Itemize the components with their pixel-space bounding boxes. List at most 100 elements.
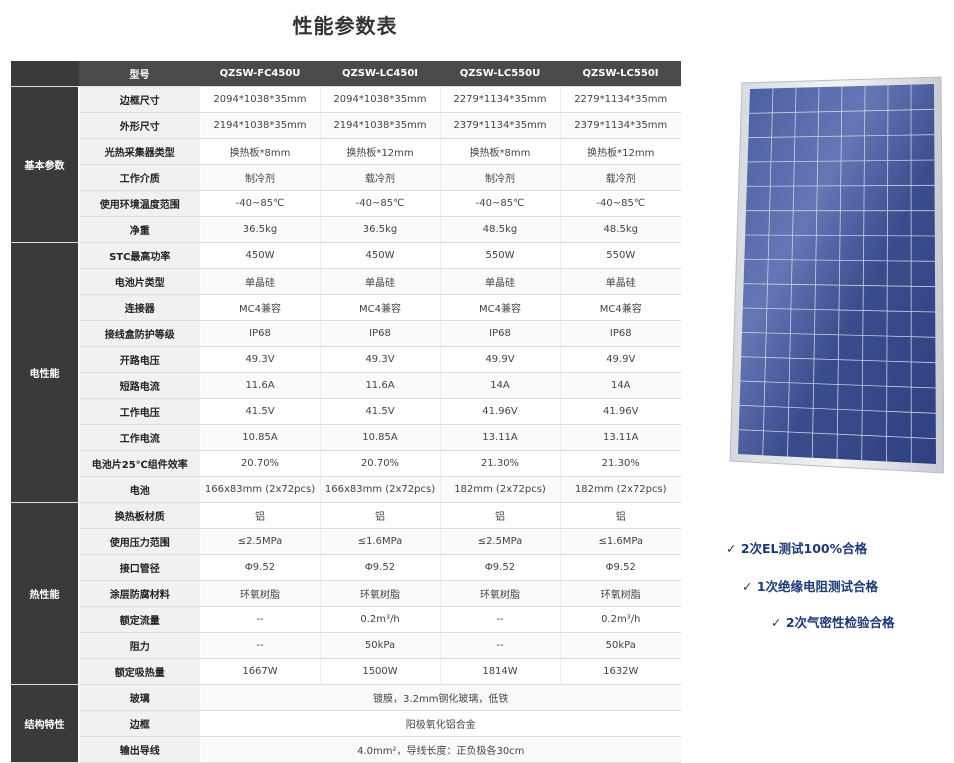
table-row: 工作介质制冷剂载冷剂制冷剂载冷剂	[11, 165, 681, 191]
row-label: 工作电压	[79, 399, 200, 425]
row-label: 额定吸热量	[79, 659, 200, 685]
row-value: 49.3V	[320, 347, 440, 373]
row-value: 2279*1134*35mm	[560, 87, 681, 113]
row-value: 21.30%	[560, 451, 681, 477]
row-value: 14A	[560, 373, 681, 399]
table-row: 使用压力范围≤2.5MPa≤1.6MPa≤2.5MPa≤1.6MPa	[11, 529, 681, 555]
row-value: ≤2.5MPa	[440, 529, 560, 555]
table-row: 光热采集器类型换热板*8mm换热板*12mm换热板*8mm换热板*12mm	[11, 139, 681, 165]
row-value: -40~85℃	[320, 191, 440, 217]
row-value: 182mm (2x72pcs)	[560, 477, 681, 503]
row-label: 使用环境温度范围	[79, 191, 200, 217]
row-value: 41.96V	[440, 399, 560, 425]
row-value: 换热板*8mm	[440, 139, 560, 165]
header-model-label: 型号	[79, 61, 200, 87]
row-value: ≤1.6MPa	[320, 529, 440, 555]
table-row: 涂层防腐材料环氧树脂环氧树脂环氧树脂环氧树脂	[11, 581, 681, 607]
check-item-insulation-test: ✓ 1次绝缘电阻测试合格	[742, 576, 878, 595]
row-label: 换热板材质	[79, 503, 200, 529]
row-value: 铝	[440, 503, 560, 529]
row-value: 换热板*12mm	[560, 139, 681, 165]
header-model-3: QZSW-LC550U	[440, 61, 560, 87]
row-label: 边框	[79, 711, 200, 737]
check-item-el-test: ✓ 2次EL测试100%合格	[726, 538, 867, 557]
row-value: 单晶硅	[560, 269, 681, 295]
row-value: -40~85℃	[440, 191, 560, 217]
row-value: 换热板*12mm	[320, 139, 440, 165]
row-value: --	[200, 607, 320, 633]
row-value: 13.11A	[440, 425, 560, 451]
row-value: 1814W	[440, 659, 560, 685]
row-value: 50kPa	[320, 633, 440, 659]
table-row: 阻力--50kPa--50kPa	[11, 633, 681, 659]
row-value: IP68	[320, 321, 440, 347]
row-value-spanned: 镀膜，3.2mm钢化玻璃，低铁	[200, 685, 681, 711]
row-value: 48.5kg	[560, 217, 681, 243]
row-value: 2379*1134*35mm	[440, 113, 560, 139]
row-label: 连接器	[79, 295, 200, 321]
row-value: 载冷剂	[320, 165, 440, 191]
table-row: 热性能换热板材质铝铝铝铝	[11, 503, 681, 529]
row-label: 边框尺寸	[79, 87, 200, 113]
table-row: 短路电流11.6A11.6A14A14A	[11, 373, 681, 399]
row-value: 1632W	[560, 659, 681, 685]
row-value: 环氧树脂	[560, 581, 681, 607]
row-value: --	[440, 607, 560, 633]
row-value: 10.85A	[320, 425, 440, 451]
row-label: 工作电流	[79, 425, 200, 451]
row-label: 短路电流	[79, 373, 200, 399]
row-label: 玻璃	[79, 685, 200, 711]
row-value: 49.9V	[440, 347, 560, 373]
row-value: 铝	[320, 503, 440, 529]
row-value: MC4兼容	[560, 295, 681, 321]
spec-table: 型号 QZSW-FC450U QZSW-LC450I QZSW-LC550U Q…	[11, 61, 681, 763]
row-value: 制冷剂	[440, 165, 560, 191]
table-row: 接口管径Φ9.52Φ9.52Φ9.52Φ9.52	[11, 555, 681, 581]
row-value: 载冷剂	[560, 165, 681, 191]
row-label: 电池	[79, 477, 200, 503]
row-value: 182mm (2x72pcs)	[440, 477, 560, 503]
row-label: 电池片25℃组件效率	[79, 451, 200, 477]
row-value: 环氧树脂	[200, 581, 320, 607]
row-value: --	[200, 633, 320, 659]
row-label: 净重	[79, 217, 200, 243]
row-label: 额定流量	[79, 607, 200, 633]
table-row: 基本参数边框尺寸2094*1038*35mm2094*1038*35mm2279…	[11, 87, 681, 113]
row-label: 电池片类型	[79, 269, 200, 295]
row-value: 50kPa	[560, 633, 681, 659]
row-value: 11.6A	[320, 373, 440, 399]
row-label: 接口管径	[79, 555, 200, 581]
row-value-spanned: 阳极氧化铝合金	[200, 711, 681, 737]
row-value: 450W	[320, 243, 440, 269]
table-row: 额定流量--0.2m³/h--0.2m³/h	[11, 607, 681, 633]
row-value: IP68	[200, 321, 320, 347]
table-row: 结构特性玻璃镀膜，3.2mm钢化玻璃，低铁	[11, 685, 681, 711]
spec-body: 基本参数边框尺寸2094*1038*35mm2094*1038*35mm2279…	[11, 87, 681, 763]
table-row: 电性能STC最高功率450W450W550W550W	[11, 243, 681, 269]
group-label: 结构特性	[11, 685, 79, 763]
row-value: 49.9V	[560, 347, 681, 373]
row-value: IP68	[440, 321, 560, 347]
row-value: 20.70%	[200, 451, 320, 477]
row-value: 2379*1134*35mm	[560, 113, 681, 139]
row-value: 13.11A	[560, 425, 681, 451]
row-value: 166x83mm (2x72pcs)	[320, 477, 440, 503]
row-label: STC最高功率	[79, 243, 200, 269]
row-value: 10.85A	[200, 425, 320, 451]
row-value: 单晶硅	[320, 269, 440, 295]
table-row: 电池片类型单晶硅单晶硅单晶硅单晶硅	[11, 269, 681, 295]
table-row: 输出导线4.0mm²，导线长度：正负极各30cm	[11, 737, 681, 763]
row-value: 单晶硅	[440, 269, 560, 295]
row-label: 涂层防腐材料	[79, 581, 200, 607]
row-value: 550W	[440, 243, 560, 269]
row-value: --	[440, 633, 560, 659]
row-value: 2194*1038*35mm	[320, 113, 440, 139]
row-value: 1500W	[320, 659, 440, 685]
row-value: 36.5kg	[200, 217, 320, 243]
row-value: 166x83mm (2x72pcs)	[200, 477, 320, 503]
page-title: 性能参数表	[0, 10, 690, 39]
row-value: MC4兼容	[440, 295, 560, 321]
row-value: Φ9.52	[560, 555, 681, 581]
table-row: 边框阳极氧化铝合金	[11, 711, 681, 737]
row-value: 14A	[440, 373, 560, 399]
